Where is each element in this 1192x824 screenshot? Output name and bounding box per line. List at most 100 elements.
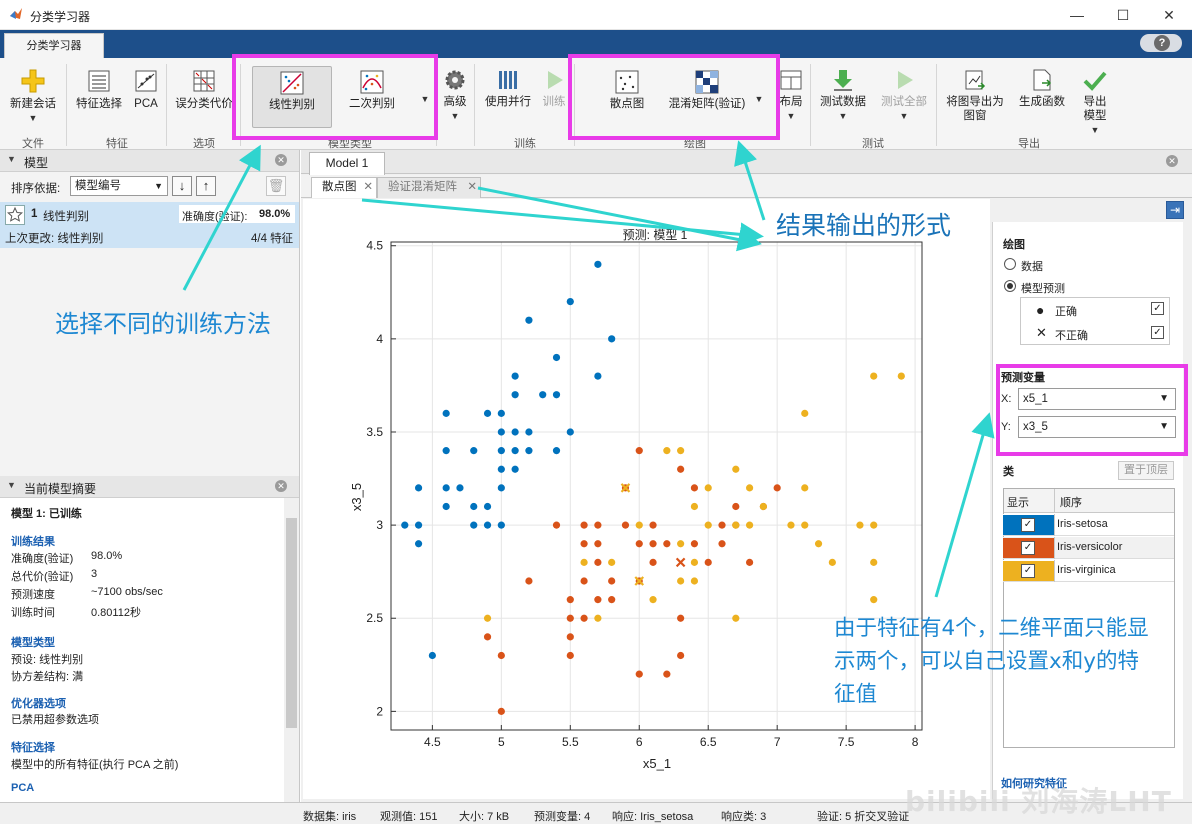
export-model-button[interactable]: 导出模型 ▼ xyxy=(1074,68,1116,137)
expand-panel-icon[interactable]: ⇥ xyxy=(1166,201,1184,219)
tab-model-1[interactable]: Model 1 xyxy=(309,152,385,175)
tab-confusion[interactable]: 验证混淆矩阵 ✕ xyxy=(377,177,481,198)
group-label-export: 导出 xyxy=(1018,138,1040,150)
test-all-button[interactable]: 测试全部 ▼ xyxy=(876,68,932,123)
test-data-button[interactable]: 测试数据 ▼ xyxy=(814,68,872,123)
minimize-icon[interactable]: — xyxy=(1054,0,1100,30)
data-point-correct xyxy=(594,540,602,548)
class-show-checkbox[interactable]: ✓ xyxy=(1021,541,1035,555)
generate-function-icon xyxy=(1033,69,1052,91)
close-icon[interactable]: ✕ xyxy=(275,480,287,492)
export-plot-button[interactable]: 将图导出为图窗 xyxy=(942,68,1008,123)
model-row[interactable]: 1 线性判别 准确度(验证): 98.0% 上次更改: 线性判别 4/4 特征 xyxy=(0,202,299,248)
maximize-icon[interactable]: ☐ xyxy=(1100,0,1146,30)
data-point-correct xyxy=(787,521,795,529)
class-row[interactable]: ✓ Iris-versicolor xyxy=(1003,537,1174,559)
incorrect-marker-icon: ✕ xyxy=(1036,325,1047,340)
layout-button[interactable]: 布局 ▼ xyxy=(776,68,806,123)
data-point-correct xyxy=(580,521,588,529)
collapse-icon[interactable]: ▼ xyxy=(7,480,16,490)
feature-selection-button[interactable]: 特征选择 xyxy=(72,68,126,111)
data-point-correct xyxy=(442,409,450,417)
sort-select[interactable]: 模型编号 ▼ xyxy=(70,176,168,196)
data-point-correct xyxy=(677,447,685,455)
close-icon[interactable]: ✕ xyxy=(275,154,287,166)
star-icon[interactable] xyxy=(5,205,25,225)
data-point-correct xyxy=(608,596,616,604)
close-icon[interactable]: ✕ xyxy=(1146,0,1192,30)
correct-marker-icon: ● xyxy=(1036,302,1045,318)
list-icon xyxy=(88,70,110,92)
model-prediction-radio[interactable] xyxy=(1004,280,1016,292)
data-point-correct xyxy=(856,521,864,529)
data-point-correct xyxy=(635,521,643,529)
help-button[interactable]: ? xyxy=(1140,34,1182,52)
pca-button[interactable]: PCA xyxy=(130,68,162,111)
data-point-correct xyxy=(511,391,519,399)
data-point-correct xyxy=(801,409,809,417)
data-point-correct xyxy=(718,521,726,529)
data-point-correct xyxy=(580,577,588,585)
data-point-correct xyxy=(566,651,574,660)
tab-scatter[interactable]: 散点图 ✕ xyxy=(311,177,377,198)
close-icon[interactable]: ✕ xyxy=(1166,155,1178,167)
data-point-correct xyxy=(497,707,505,715)
data-point-correct xyxy=(401,521,409,529)
scatter-chart[interactable]: 4.5 5 5.5 6 6.5 7 7.5 8 2 2.5 3 3.5 4 4.5 预测: 模型 1 x5… xyxy=(303,199,990,799)
data-point-correct xyxy=(414,540,423,548)
new-session-button[interactable]: 新建会话 ▼ xyxy=(6,68,60,125)
data-point-correct xyxy=(801,484,809,492)
sort-ascending-button[interactable]: ↑ xyxy=(196,176,216,196)
group-label-features: 特征 xyxy=(106,138,128,150)
annotation-choose-method: 选择不同的训练方法 xyxy=(55,310,271,338)
use-parallel-button[interactable]: 使用并行 xyxy=(480,68,536,109)
train-button[interactable]: 训练 xyxy=(538,68,570,109)
incorrect-checkbox[interactable]: ✓ xyxy=(1151,326,1164,339)
data-point-correct xyxy=(608,577,616,585)
misclassification-cost-button[interactable]: 误分类代价 xyxy=(172,68,236,111)
x-tick-label: 5.5 xyxy=(562,735,579,749)
export-figure-icon xyxy=(965,70,986,90)
class-name: Iris-versicolor xyxy=(1057,541,1123,553)
class-show-checkbox[interactable]: ✓ xyxy=(1021,564,1035,578)
close-icon[interactable]: ✕ xyxy=(363,178,373,197)
data-point-correct xyxy=(870,521,878,529)
chevron-down-icon: ▼ xyxy=(154,181,163,191)
data-point-correct xyxy=(594,521,602,529)
advanced-button[interactable]: 高级 ▼ xyxy=(440,68,470,123)
data-point-correct xyxy=(801,521,809,529)
data-point-correct xyxy=(635,670,643,678)
data-point-correct xyxy=(483,614,492,622)
collapse-icon[interactable]: ▼ xyxy=(7,154,16,164)
data-point-correct xyxy=(511,465,519,473)
data-point-correct xyxy=(594,596,602,604)
annotation-feature-note-1: 由于特征有4个，二维平面只能显 xyxy=(834,616,1149,641)
data-point-correct xyxy=(552,391,561,399)
delete-model-button[interactable]: 🗑 xyxy=(266,176,286,196)
summary-scrollbar[interactable] xyxy=(284,498,299,802)
tab-classification-learner[interactable]: 分类学习器 xyxy=(4,33,104,59)
data-point-correct xyxy=(483,521,492,529)
class-row[interactable]: ✓ Iris-virginica xyxy=(1003,560,1174,582)
data-point-correct xyxy=(525,316,533,324)
close-icon[interactable]: ✕ xyxy=(467,178,477,197)
data-point-correct xyxy=(870,372,878,380)
sort-descending-button[interactable]: ↓ xyxy=(172,176,192,196)
class-row[interactable]: ✓ Iris-setosa xyxy=(1003,514,1174,536)
correct-checkbox[interactable]: ✓ xyxy=(1151,302,1164,315)
plot-panel: 4.5 5 5.5 6 6.5 7 7.5 8 2 2.5 3 3.5 4 4.5 预测: 模型 1 x5… xyxy=(303,199,990,799)
generate-function-button[interactable]: 生成函数 xyxy=(1014,68,1070,109)
data-point-correct xyxy=(690,484,699,492)
data-radio[interactable] xyxy=(1004,258,1016,270)
data-point-correct xyxy=(773,484,781,492)
data-point-correct xyxy=(566,614,574,622)
class-show-checkbox[interactable]: ✓ xyxy=(1021,518,1035,532)
data-point-correct xyxy=(428,651,436,660)
y-tick-label: 3.5 xyxy=(366,425,383,439)
group-label-options: 选项 xyxy=(193,138,215,150)
data-point-correct xyxy=(456,484,464,492)
data-point-correct xyxy=(732,465,740,473)
data-point-correct xyxy=(635,540,643,548)
data-point-correct xyxy=(525,428,533,436)
bring-to-front-button[interactable]: 置于顶层 xyxy=(1118,461,1174,480)
